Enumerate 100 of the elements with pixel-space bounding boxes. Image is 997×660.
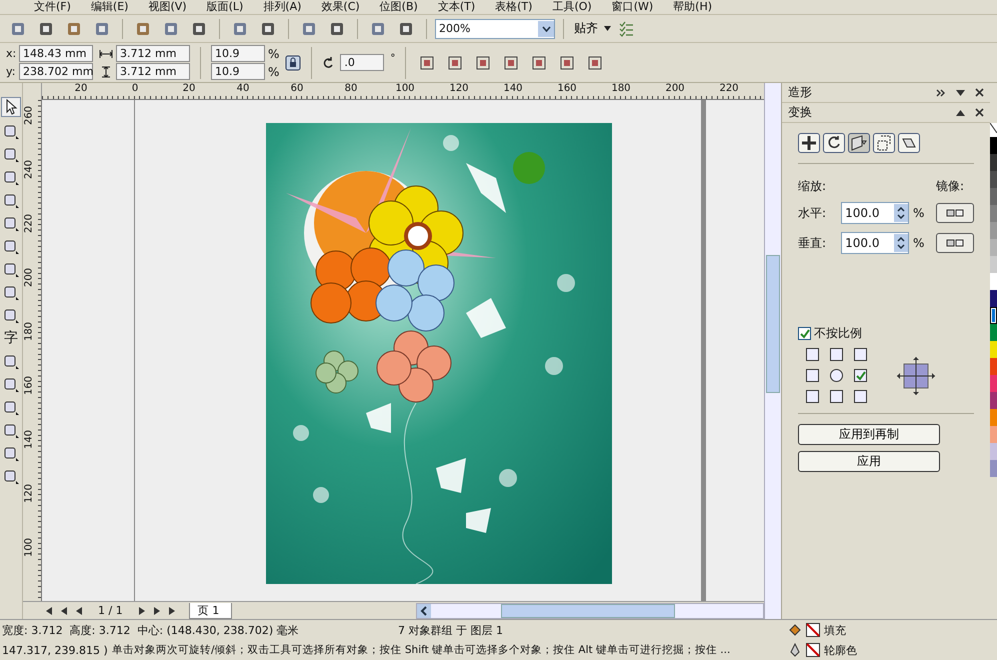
color-swatch[interactable] (990, 358, 997, 375)
rotate-icon (322, 56, 334, 68)
docker-title: 变换 (788, 104, 812, 121)
anchor-checkbox[interactable] (806, 348, 819, 361)
position-mode-button[interactable] (798, 133, 820, 153)
scale-x-field[interactable]: 10.9 (211, 45, 265, 62)
skew-mode-button[interactable] (898, 133, 920, 153)
close-icon[interactable] (975, 88, 984, 97)
mirror-vertical-button[interactable] (936, 233, 974, 253)
position-icon (801, 135, 817, 151)
color-swatch[interactable] (990, 171, 997, 188)
color-swatch[interactable] (990, 239, 997, 256)
rotate-mode-button[interactable] (823, 133, 845, 153)
spin-arrows-icon[interactable] (897, 207, 905, 219)
color-swatch[interactable] (990, 409, 997, 426)
color-swatch[interactable] (990, 256, 997, 273)
menu-item[interactable]: 窗口(W) (602, 1, 664, 13)
ruler-number: 160 (24, 374, 34, 398)
menu-item[interactable]: 文件(F) (24, 1, 81, 13)
checklist-icon[interactable] (618, 20, 634, 36)
spin-field[interactable]: 100.0 (841, 202, 909, 224)
color-swatch[interactable] (990, 307, 997, 324)
ruler-number: 220 (24, 212, 34, 236)
color-swatch[interactable] (990, 375, 997, 392)
percent-label: % (913, 206, 924, 220)
ruler-number: 200 (664, 83, 686, 94)
docker-header[interactable]: 造形 (782, 83, 990, 103)
color-swatch[interactable] (990, 460, 997, 477)
spin-field[interactable]: 100.0 (841, 232, 909, 254)
width-field[interactable]: 3.712 mm (116, 45, 190, 62)
color-swatch[interactable] (990, 341, 997, 358)
double-chevron-icon[interactable] (936, 88, 946, 96)
menu-item[interactable]: 排列(A) (253, 1, 312, 13)
scroll-left-icon[interactable] (417, 604, 431, 618)
ruler-number: 180 (610, 83, 632, 94)
color-swatch[interactable] (990, 273, 997, 290)
vertical-scrollbar[interactable] (764, 83, 781, 619)
color-swatch[interactable] (990, 426, 997, 443)
apply-to-duplicate-button[interactable]: 应用到再制 (798, 424, 940, 445)
checkbox[interactable] (798, 327, 811, 340)
close-icon[interactable] (975, 108, 984, 117)
anchor-checkbox[interactable] (806, 390, 819, 403)
height-field[interactable]: 3.712 mm (116, 63, 190, 80)
pointer-icon[interactable] (1, 97, 21, 117)
expand-icon[interactable] (956, 90, 965, 96)
anchor-checkbox[interactable] (830, 348, 843, 361)
menu-item[interactable]: 编辑(E) (80, 1, 138, 13)
menu-item[interactable]: 表格(T) (485, 1, 542, 13)
color-swatch[interactable] (990, 154, 997, 171)
ruler-number: 200 (24, 266, 34, 290)
color-swatch[interactable] (990, 222, 997, 239)
color-swatch[interactable] (990, 290, 997, 307)
color-swatch[interactable] (990, 324, 997, 341)
ruler-number: 260 (24, 104, 34, 128)
percent-label: % (268, 46, 280, 60)
color-swatch[interactable] (990, 205, 997, 222)
menu-item[interactable]: 视图(V) (138, 1, 197, 13)
scale-mode-button[interactable] (848, 133, 870, 153)
two-rectangles-icon (946, 237, 964, 249)
rotation-field[interactable]: .0 (340, 54, 384, 71)
page-tab[interactable]: 页 1 (188, 602, 232, 618)
anchor-checkbox[interactable] (854, 348, 867, 361)
size-mode-button[interactable] (873, 133, 895, 153)
anchor-checkbox[interactable] (854, 369, 867, 382)
zoom-dropdown[interactable]: 200% (435, 18, 555, 38)
apply-button[interactable]: 应用 (798, 451, 940, 472)
scale-y-field[interactable]: 10.9 (211, 63, 265, 80)
anchor-radio[interactable] (830, 369, 843, 382)
menu-item[interactable]: 帮助(H) (663, 1, 722, 13)
object-info: 7 对象群组 于 图层 1 (398, 622, 504, 638)
field-label: 水平: (798, 204, 828, 222)
menu-item[interactable]: 版面(L) (196, 1, 254, 13)
menu-item[interactable]: 工具(O) (542, 1, 602, 13)
anchor-checkbox[interactable] (806, 369, 819, 382)
ruler-number: 0 (130, 83, 140, 94)
caret-icon[interactable] (604, 26, 611, 31)
menu-item[interactable]: 位图(B) (370, 1, 428, 13)
collapse-icon[interactable] (956, 110, 965, 116)
color-swatch[interactable] (990, 137, 997, 154)
no-color-swatch[interactable] (990, 123, 997, 137)
x-field[interactable]: 148.43 mm (19, 45, 93, 62)
height-arrows-icon (99, 66, 113, 78)
color-swatch[interactable] (990, 443, 997, 460)
ruler-number: 120 (448, 83, 470, 94)
color-swatch[interactable] (990, 188, 997, 205)
spin-arrows-icon[interactable] (897, 237, 905, 249)
mirror-horizontal-button[interactable] (936, 203, 974, 223)
horizontal-scrollbar[interactable] (416, 602, 764, 618)
ruler-number: 140 (24, 428, 34, 452)
color-swatch[interactable] (990, 392, 997, 409)
menu-item[interactable]: 文本(T) (428, 1, 486, 13)
menu-item[interactable]: 效果(C) (311, 1, 370, 13)
y-field[interactable]: 238.702 mm (19, 63, 93, 80)
anchor-checkbox[interactable] (830, 390, 843, 403)
lock-icon[interactable] (285, 54, 302, 70)
anchor-checkbox[interactable] (854, 390, 867, 403)
docker-title: 造形 (788, 84, 812, 101)
docker-header[interactable]: 变换 (782, 103, 990, 123)
snap-button[interactable]: 贴齐 (572, 20, 600, 37)
text-tool[interactable]: 字 (4, 329, 18, 347)
